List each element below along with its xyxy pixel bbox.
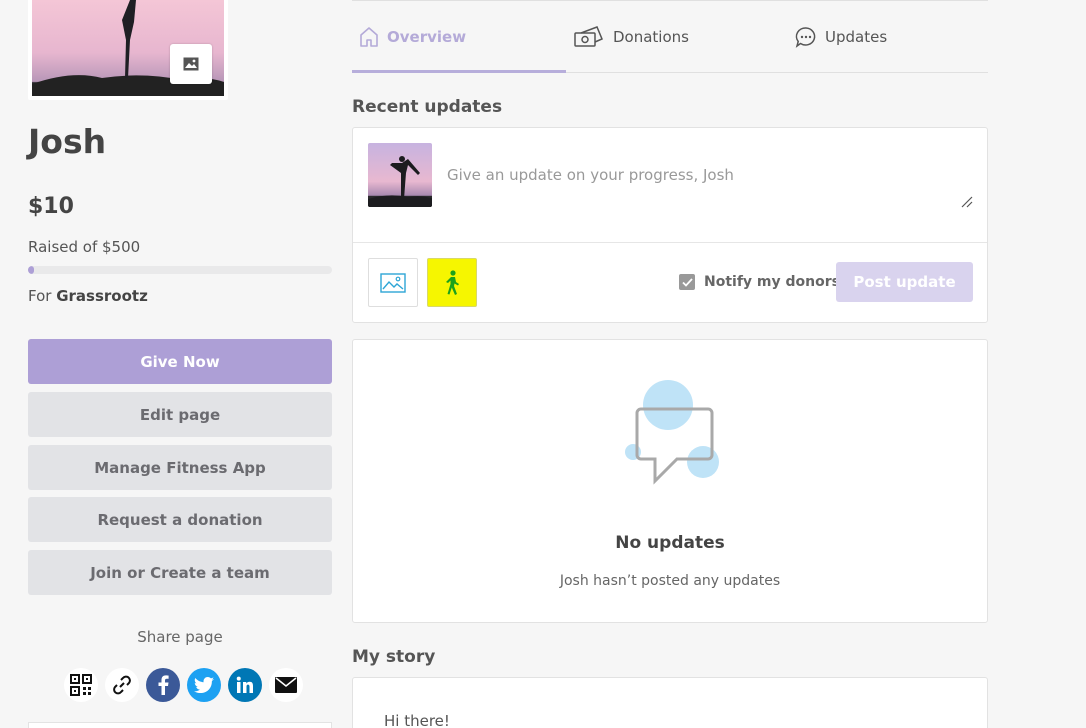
story-card: Hi there! — [352, 677, 988, 728]
give-now-button[interactable]: Give Now — [28, 339, 332, 384]
edit-page-button[interactable]: Edit page — [28, 392, 332, 437]
share-page-label: Share page — [137, 628, 223, 646]
recent-updates-title: Recent updates — [352, 97, 503, 117]
link-icon[interactable] — [105, 668, 139, 702]
tab-label: Updates — [825, 28, 888, 46]
chat-icon — [795, 27, 816, 48]
update-composer: Give an update on your progress, Josh No… — [352, 127, 988, 323]
raised-of-target: Raised of $500 — [28, 238, 141, 256]
sidebar-bottom-card — [28, 722, 332, 728]
money-icon — [574, 26, 603, 47]
update-input[interactable]: Give an update on your progress, Josh — [447, 166, 734, 184]
resize-handle-icon[interactable] — [961, 196, 973, 208]
tab-label: Overview — [387, 28, 467, 46]
check-icon — [681, 277, 693, 287]
manage-fitness-app-button[interactable]: Manage Fitness App — [28, 445, 332, 490]
image-icon — [380, 272, 406, 293]
active-tab-indicator — [352, 70, 566, 73]
no-updates-chat-icon — [625, 380, 719, 485]
walking-person-icon — [446, 269, 459, 295]
page-tabs: Overview Donations Updates — [352, 0, 988, 73]
my-story-title: My story — [352, 647, 436, 667]
add-image-button[interactable] — [368, 258, 418, 307]
author-avatar — [368, 143, 432, 207]
home-icon — [360, 27, 378, 47]
join-team-button[interactable]: Join or Create a team — [28, 550, 332, 595]
change-photo-button[interactable] — [170, 44, 212, 84]
notify-checkbox[interactable] — [679, 274, 695, 290]
tab-overview[interactable]: Overview — [359, 1, 466, 73]
charity-line: For Grassrootz — [28, 287, 148, 305]
qr-code-icon[interactable] — [64, 668, 98, 702]
notify-label: Notify my donors — [704, 274, 840, 290]
add-activity-button[interactable] — [427, 258, 477, 307]
twitter-icon[interactable] — [187, 668, 221, 702]
request-donation-button[interactable]: Request a donation — [28, 497, 332, 542]
progress-fill — [28, 266, 35, 274]
amount-raised: $10 — [28, 194, 74, 219]
linkedin-icon[interactable] — [228, 668, 262, 702]
progress-bar — [28, 266, 332, 274]
profile-photo — [28, 0, 228, 100]
empty-state-title: No updates — [615, 533, 725, 553]
empty-state-subtitle: Josh hasn’t posted any updates — [559, 573, 781, 589]
tab-donations[interactable]: Donations — [573, 1, 689, 73]
charity-name[interactable]: Grassrootz — [56, 287, 148, 305]
email-icon[interactable] — [269, 668, 303, 702]
notify-donors-toggle[interactable]: Notify my donors — [679, 274, 840, 290]
divider — [353, 242, 987, 243]
story-text: Hi there! — [384, 712, 450, 728]
post-update-button[interactable]: Post update — [836, 262, 973, 302]
facebook-icon[interactable] — [146, 668, 180, 702]
updates-empty-state: No updates Josh hasn’t posted any update… — [352, 339, 988, 623]
fundraiser-name: Josh — [28, 122, 107, 161]
tab-updates[interactable]: Updates — [795, 1, 887, 73]
for-prefix: For — [28, 287, 52, 305]
tab-label: Donations — [613, 28, 689, 46]
image-icon — [183, 57, 199, 71]
share-icons — [64, 668, 303, 702]
